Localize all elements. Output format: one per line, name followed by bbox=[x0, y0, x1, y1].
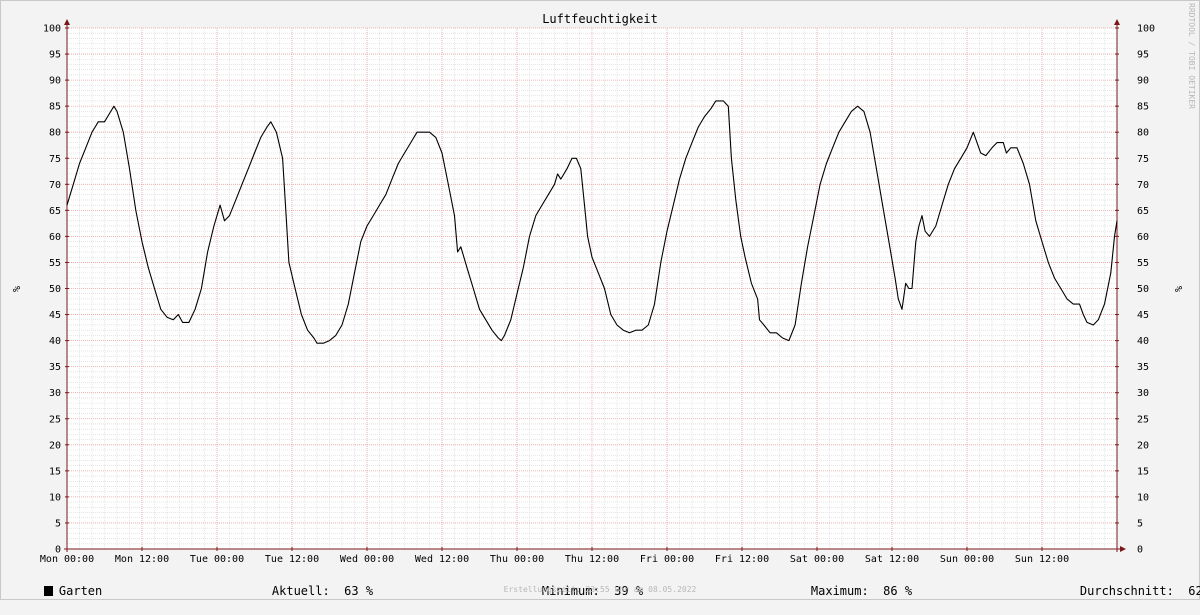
y-tick-label-right: 10 bbox=[1137, 492, 1149, 503]
rrdtool-credit: RRDTOOL / TOBI OETIKER bbox=[1187, 3, 1196, 109]
y-tick-label-left: 35 bbox=[49, 362, 61, 373]
y-tick-label-left: 5 bbox=[55, 518, 61, 529]
y-tick-label-right: 85 bbox=[1137, 102, 1149, 113]
y-tick-label-left: 75 bbox=[49, 154, 61, 165]
x-tick-label: Wed 12:00 bbox=[415, 554, 469, 565]
x-tick-label: Tue 00:00 bbox=[190, 554, 244, 565]
y-tick-label-right: 0 bbox=[1137, 545, 1143, 556]
y-tick-label-right: 30 bbox=[1137, 388, 1149, 399]
y-tick-label-left: 40 bbox=[49, 336, 61, 347]
y-tick-label-right: 80 bbox=[1137, 128, 1149, 139]
y-tick-label-left: 55 bbox=[49, 258, 61, 269]
y-axis-arrow-right bbox=[1114, 19, 1120, 25]
y-tick-label-right: 95 bbox=[1137, 50, 1149, 61]
y-tick-label-right: 5 bbox=[1137, 518, 1143, 529]
y-tick-label-right: 75 bbox=[1137, 154, 1149, 165]
chart-title: Luftfeuchtigkeit bbox=[542, 12, 658, 26]
y-tick-label-left: 80 bbox=[49, 128, 61, 139]
y-tick-label-left: 95 bbox=[49, 50, 61, 61]
x-tick-label: Mon 00:00 bbox=[40, 554, 94, 565]
y-tick-label-right: 45 bbox=[1137, 310, 1149, 321]
y-tick-label-left: 50 bbox=[49, 284, 61, 295]
y-tick-label-right: 50 bbox=[1137, 284, 1149, 295]
x-tick-label: Fri 00:00 bbox=[640, 554, 694, 565]
y-unit-label-right: % bbox=[1172, 286, 1183, 292]
y-tick-label-left: 85 bbox=[49, 102, 61, 113]
y-tick-label-left: 65 bbox=[49, 206, 61, 217]
y-tick-label-right: 70 bbox=[1137, 180, 1149, 191]
y-tick-label-right: 100 bbox=[1137, 24, 1155, 35]
y-tick-label-right: 60 bbox=[1137, 232, 1149, 243]
y-tick-label-right: 55 bbox=[1137, 258, 1149, 269]
x-tick-label: Sat 00:00 bbox=[790, 554, 844, 565]
x-tick-label: Fri 12:00 bbox=[715, 554, 769, 565]
y-tick-label-left: 60 bbox=[49, 232, 61, 243]
y-tick-label-right: 25 bbox=[1137, 414, 1149, 425]
y-tick-label-left: 20 bbox=[49, 440, 61, 451]
x-tick-label: Tue 12:00 bbox=[265, 554, 319, 565]
x-axis-arrow bbox=[1120, 546, 1126, 552]
y-tick-label-right: 35 bbox=[1137, 362, 1149, 373]
y-tick-label-right: 15 bbox=[1137, 466, 1149, 477]
y-tick-label-left: 90 bbox=[49, 76, 61, 87]
x-tick-label: Thu 12:00 bbox=[565, 554, 619, 565]
y-unit-label-left: % bbox=[10, 286, 21, 292]
y-tick-label-left: 15 bbox=[49, 466, 61, 477]
x-tick-label: Sat 12:00 bbox=[865, 554, 919, 565]
y-tick-label-left: 25 bbox=[49, 414, 61, 425]
humidity-chart: Luftfeuchtigkeit RRDTOOL / TOBI OETIKER … bbox=[10, 3, 1196, 565]
y-tick-label-left: 30 bbox=[49, 388, 61, 399]
x-tick-label: Wed 00:00 bbox=[340, 554, 394, 565]
y-tick-label-right: 65 bbox=[1137, 206, 1149, 217]
creation-timestamp: Erstellungszeit: 23:55 Uhr am 08.05.2022 bbox=[503, 585, 697, 594]
x-tick-label: Sun 12:00 bbox=[1015, 554, 1069, 565]
y-tick-label-right: 40 bbox=[1137, 336, 1149, 347]
x-tick-label: Sun 00:00 bbox=[940, 554, 994, 565]
y-tick-label-right: 20 bbox=[1137, 440, 1149, 451]
legend-row: Garten Aktuell: 63 % Minimum: 39 % Maxim… bbox=[15, 567, 1200, 598]
y-tick-label-left: 45 bbox=[49, 310, 61, 321]
y-tick-label-right: 90 bbox=[1137, 76, 1149, 87]
x-tick-label: Thu 00:00 bbox=[490, 554, 544, 565]
y-axis-arrow-left bbox=[64, 19, 70, 25]
y-tick-label-left: 70 bbox=[49, 180, 61, 191]
y-tick-label-left: 100 bbox=[43, 24, 61, 35]
y-tick-label-left: 10 bbox=[49, 492, 61, 503]
x-tick-label: Mon 12:00 bbox=[115, 554, 169, 565]
